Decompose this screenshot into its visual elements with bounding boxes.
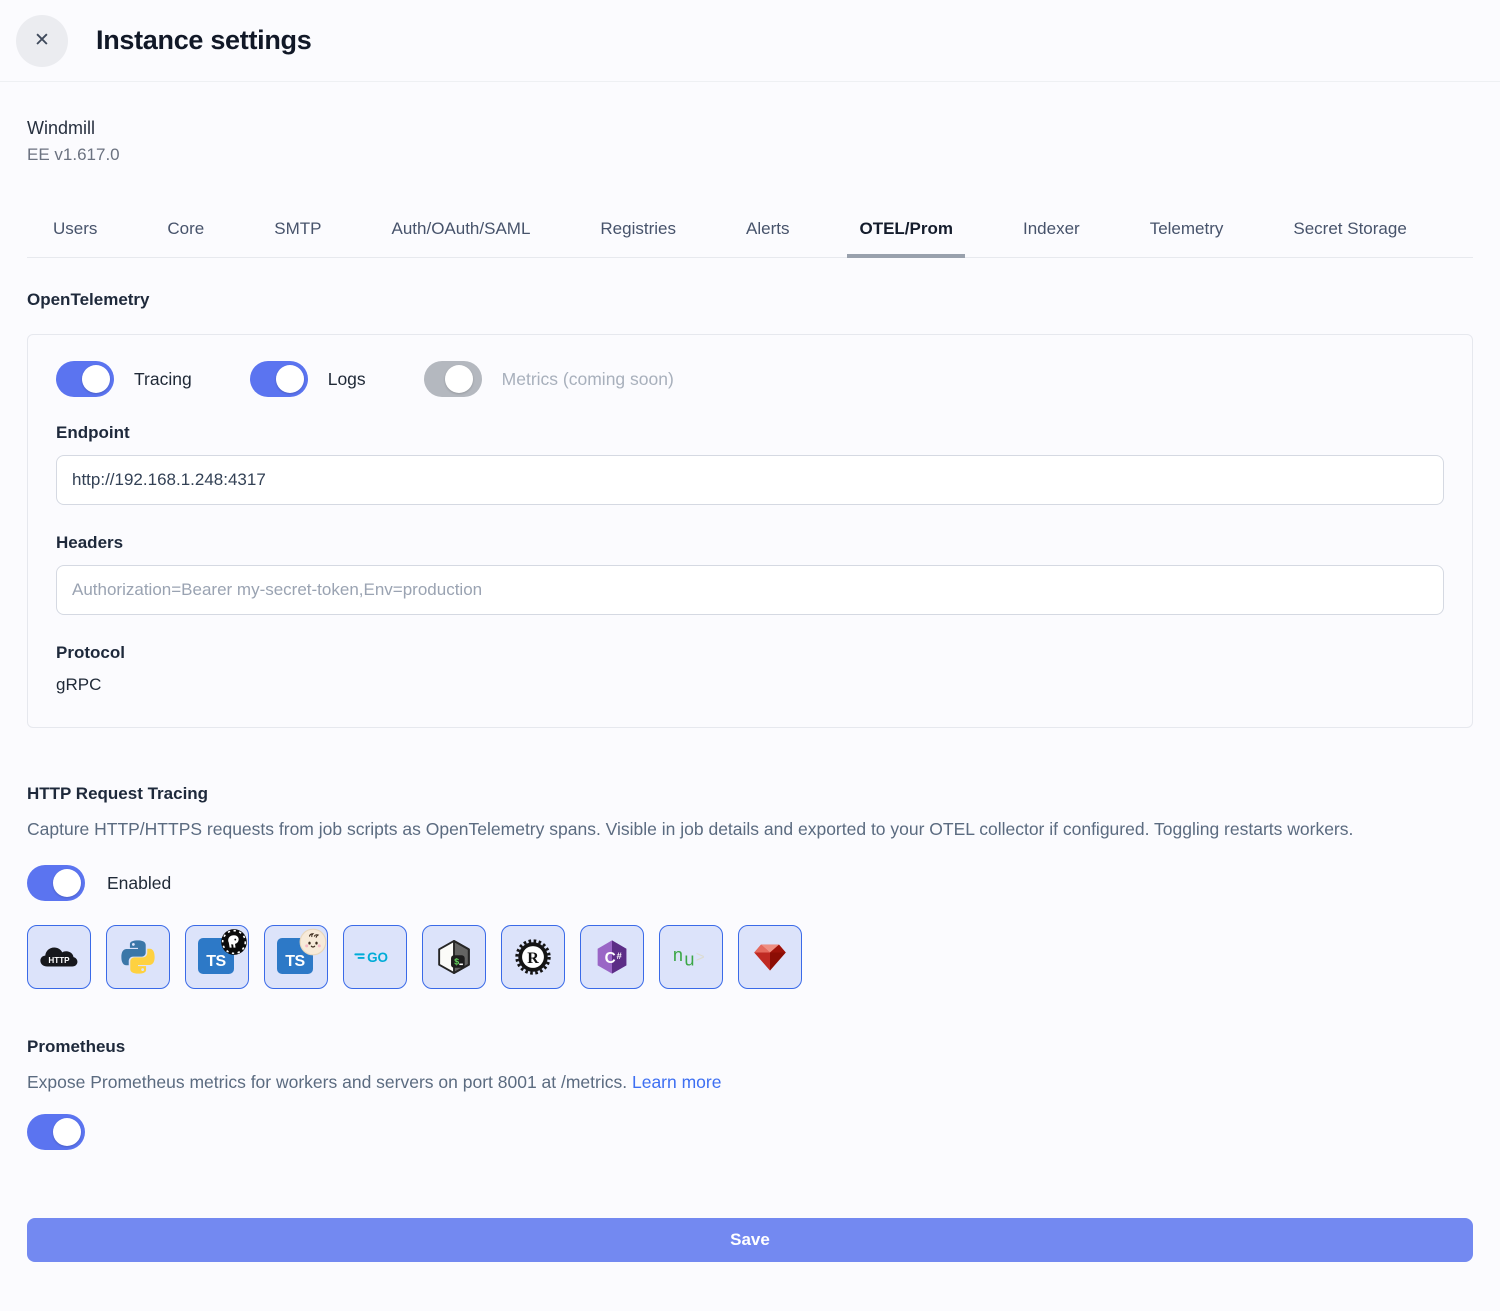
- tab-bar: Users Core SMTP Auth/OAuth/SAML Registri…: [27, 209, 1473, 258]
- app-name: Windmill: [27, 118, 1473, 139]
- svg-text:$: $: [454, 958, 459, 968]
- http-tracing-enabled-group: Enabled: [27, 865, 1473, 901]
- protocol-label: Protocol: [56, 643, 1444, 663]
- bun-icon: [299, 928, 327, 956]
- lang-bash-button[interactable]: $: [422, 925, 486, 989]
- logs-toggle-group: Logs: [250, 361, 366, 397]
- svg-text:>: >: [696, 949, 705, 966]
- tab-users[interactable]: Users: [41, 209, 109, 258]
- close-button[interactable]: ✕: [16, 15, 68, 67]
- svg-text:HTTP: HTTP: [48, 956, 70, 965]
- endpoint-input[interactable]: [56, 455, 1444, 505]
- tab-indexer[interactable]: Indexer: [1011, 209, 1092, 258]
- lang-ruby-button[interactable]: [738, 925, 802, 989]
- http-request-tracing-heading: HTTP Request Tracing: [27, 784, 1473, 804]
- tab-auth-oauth-saml[interactable]: Auth/OAuth/SAML: [380, 209, 543, 258]
- main-content: Windmill EE v1.617.0 Users Core SMTP Aut…: [0, 118, 1500, 1262]
- endpoint-label: Endpoint: [56, 423, 1444, 443]
- close-icon: ✕: [34, 29, 50, 52]
- nushell-icon: n u >: [670, 942, 712, 972]
- tab-alerts[interactable]: Alerts: [734, 209, 801, 258]
- instance-settings-page: ✕ Instance settings Windmill EE v1.617.0…: [0, 0, 1500, 1262]
- protocol-value: gRPC: [56, 675, 1444, 695]
- http-tracing-enabled-label: Enabled: [107, 873, 171, 894]
- tracing-toggle-label: Tracing: [134, 369, 192, 390]
- lang-nushell-button[interactable]: n u >: [659, 925, 723, 989]
- header: ✕ Instance settings: [0, 0, 1500, 82]
- lang-csharp-button[interactable]: C #: [580, 925, 644, 989]
- lang-go-button[interactable]: GO: [343, 925, 407, 989]
- lang-rust-button[interactable]: R: [501, 925, 565, 989]
- svg-text:GO: GO: [367, 950, 388, 965]
- bash-icon: $: [435, 938, 473, 976]
- logs-toggle[interactable]: [250, 361, 308, 397]
- svg-text:C: C: [605, 950, 616, 967]
- rust-icon: R: [514, 938, 552, 976]
- metrics-toggle: [424, 361, 482, 397]
- prometheus-description-text: Expose Prometheus metrics for workers an…: [27, 1072, 627, 1092]
- tab-smtp[interactable]: SMTP: [262, 209, 333, 258]
- tab-registries[interactable]: Registries: [588, 209, 688, 258]
- tab-otel-prom[interactable]: OTEL/Prom: [847, 209, 965, 258]
- metrics-toggle-group: Metrics (coming soon): [424, 361, 674, 397]
- lang-http-button[interactable]: HTTP: [27, 925, 91, 989]
- learn-more-link[interactable]: Learn more: [632, 1072, 722, 1092]
- tracing-toggle-group: Tracing: [56, 361, 192, 397]
- headers-input[interactable]: [56, 565, 1444, 615]
- go-icon: GO: [352, 944, 398, 970]
- headers-label: Headers: [56, 533, 1444, 553]
- svg-text:#: #: [616, 951, 622, 962]
- tab-core[interactable]: Core: [155, 209, 216, 258]
- prometheus-heading: Prometheus: [27, 1037, 1473, 1057]
- metrics-toggle-label: Metrics (coming soon): [502, 369, 674, 390]
- ruby-icon: [752, 939, 788, 975]
- http-icon: HTTP: [38, 942, 80, 972]
- csharp-icon: C #: [593, 938, 631, 976]
- page-title: Instance settings: [96, 25, 311, 56]
- lang-python-button[interactable]: [106, 925, 170, 989]
- lang-bun-typescript-button[interactable]: TS: [264, 925, 328, 989]
- logs-toggle-label: Logs: [328, 369, 366, 390]
- tracing-toggle[interactable]: [56, 361, 114, 397]
- opentelemetry-heading: OpenTelemetry: [27, 290, 1473, 310]
- prometheus-description: Expose Prometheus metrics for workers an…: [27, 1069, 1377, 1096]
- python-icon: [119, 938, 157, 976]
- deno-icon: [220, 928, 248, 956]
- http-request-tracing-description: Capture HTTP/HTTPS requests from job scr…: [27, 816, 1377, 843]
- svg-text:R: R: [527, 950, 539, 967]
- lang-deno-typescript-button[interactable]: TS: [185, 925, 249, 989]
- tab-secret-storage[interactable]: Secret Storage: [1281, 209, 1418, 258]
- svg-text:u: u: [684, 950, 694, 970]
- otel-toggle-row: Tracing Logs Metrics (coming soon): [56, 361, 1444, 397]
- app-info: Windmill EE v1.617.0: [27, 118, 1473, 165]
- opentelemetry-panel: Tracing Logs Metrics (coming soon) Endpo…: [27, 334, 1473, 728]
- tab-telemetry[interactable]: Telemetry: [1138, 209, 1236, 258]
- save-button[interactable]: Save: [27, 1218, 1473, 1262]
- prometheus-toggle[interactable]: [27, 1114, 85, 1150]
- svg-text:n: n: [673, 945, 683, 965]
- language-selector-row: HTTP TS: [27, 925, 1473, 989]
- http-tracing-enabled-toggle[interactable]: [27, 865, 85, 901]
- app-version: EE v1.617.0: [27, 145, 1473, 165]
